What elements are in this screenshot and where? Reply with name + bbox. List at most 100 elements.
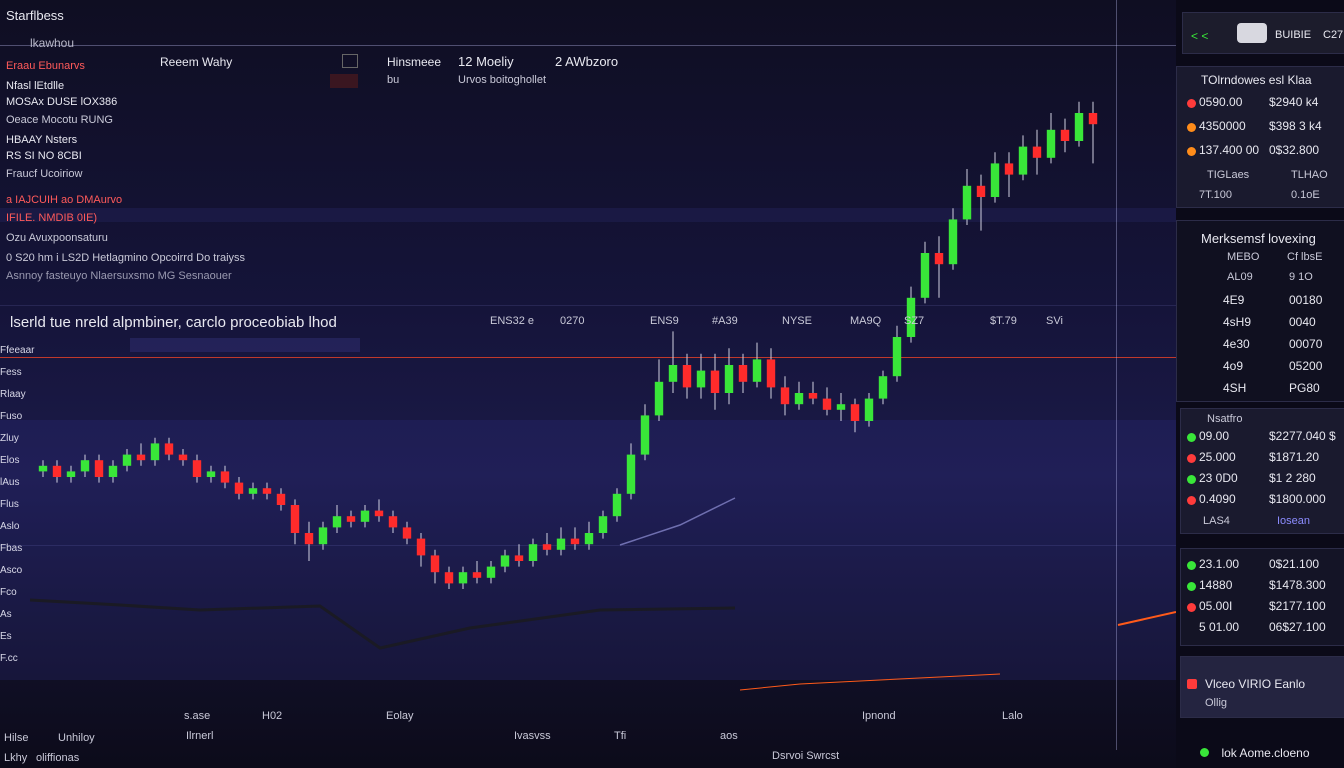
list-item[interactable]: 14880 $1478.300 [1185, 578, 1344, 599]
candle[interactable] [864, 393, 874, 427]
bottom-label-3[interactable]: Eolay [386, 710, 414, 722]
candle[interactable] [780, 376, 790, 416]
candle[interactable] [598, 510, 608, 539]
candle[interactable] [570, 527, 580, 550]
candle[interactable] [1046, 113, 1056, 164]
exchange-logo-icon[interactable] [1237, 23, 1267, 43]
list-item[interactable]: 23.1.00 0$21.100 [1185, 557, 1344, 578]
list-item[interactable]: 5 01.00 06$27.100 [1185, 620, 1344, 641]
exchange-name[interactable]: BUIBIE [1275, 29, 1311, 41]
ticker-label[interactable]: ENS32 e [490, 315, 534, 327]
candle[interactable] [612, 488, 622, 522]
list-item[interactable]: 4o9 05200 [1177, 359, 1337, 381]
list-item[interactable]: 05.00I $2177.100 [1185, 599, 1344, 620]
candle[interactable] [836, 393, 846, 421]
candle[interactable] [640, 404, 650, 461]
candle[interactable] [1018, 135, 1028, 181]
candle[interactable] [710, 353, 720, 410]
list-item[interactable]: 09.00 $2277.040 $ [1185, 429, 1344, 450]
list-item[interactable]: 0.4090 $1800.000 [1185, 492, 1344, 513]
candle[interactable] [346, 510, 356, 528]
candle[interactable] [556, 527, 566, 556]
ticker-label[interactable]: ENS9 [650, 315, 679, 327]
candle[interactable] [682, 353, 692, 399]
candle[interactable] [332, 505, 342, 533]
candle[interactable] [766, 348, 776, 399]
tab-4-value[interactable]: 2 AWbzoro [555, 54, 618, 69]
candle[interactable] [458, 566, 468, 589]
candle[interactable] [38, 460, 48, 477]
candle[interactable] [304, 521, 314, 561]
candle[interactable] [528, 538, 538, 567]
list-item[interactable]: 4350000 $398 3 k4 [1185, 119, 1344, 143]
candle[interactable] [822, 387, 832, 416]
candle[interactable] [1074, 101, 1084, 147]
list-item[interactable]: 0590.00 $2940 k4 [1185, 95, 1344, 119]
alert-panel[interactable]: Vlceo VIRIO Eanlo Ollig [1180, 656, 1344, 718]
chart-area[interactable]: Starflbess lkawhou Reeem Wahy Hinsmeee 1… [0, 0, 1176, 768]
candle[interactable] [514, 544, 524, 567]
candle[interactable] [1060, 118, 1070, 153]
candle[interactable] [654, 359, 664, 421]
candle[interactable] [472, 561, 482, 584]
candle[interactable] [108, 460, 118, 483]
list-item[interactable]: 4sH9 0040 [1177, 315, 1337, 337]
candle[interactable] [262, 482, 272, 500]
ticker-label[interactable]: SVi [1046, 315, 1063, 327]
candle[interactable] [1004, 152, 1014, 197]
list-item[interactable]: 23 0D0 $1 2 280 [1185, 471, 1344, 492]
candle[interactable] [1088, 101, 1098, 164]
candle[interactable] [738, 353, 748, 393]
candle[interactable] [626, 443, 636, 500]
bottom-label-5[interactable]: Lalo [1002, 710, 1023, 722]
candle[interactable] [808, 381, 818, 405]
candle[interactable] [486, 561, 496, 584]
candle[interactable] [276, 488, 286, 511]
candle[interactable] [206, 465, 216, 483]
list-item[interactable]: 25.000 $1871.20 [1185, 450, 1344, 471]
candle[interactable] [850, 398, 860, 433]
candle[interactable] [136, 443, 146, 466]
tab-3-value[interactable]: 12 Moeliy [458, 54, 514, 69]
bottom-label-1[interactable]: s.ase [184, 710, 210, 722]
candle[interactable] [80, 454, 90, 477]
candle[interactable] [878, 370, 888, 405]
list-item[interactable]: 4SH PG80 [1177, 381, 1337, 403]
candle[interactable] [934, 236, 944, 298]
candle[interactable] [444, 566, 454, 589]
candle[interactable] [290, 499, 300, 545]
candle[interactable] [948, 208, 958, 270]
ticker-label[interactable]: $T.79 [990, 315, 1017, 327]
candle[interactable] [990, 152, 1000, 203]
indicator-bar[interactable] [130, 338, 360, 352]
trade-footer-right[interactable]: Iosean [1277, 515, 1310, 527]
candle[interactable] [66, 465, 76, 483]
ticker-label[interactable]: SZ7 [904, 315, 924, 327]
ticker-label[interactable]: NYSE [782, 315, 812, 327]
candle[interactable] [318, 521, 328, 550]
candle[interactable] [752, 342, 762, 388]
candle[interactable] [500, 549, 510, 573]
candle[interactable] [178, 449, 188, 466]
candle[interactable] [430, 549, 440, 584]
bottom-label-2[interactable]: H02 [262, 710, 282, 722]
candle[interactable] [402, 521, 412, 545]
list-item[interactable]: 4E9 00180 [1177, 293, 1337, 315]
ticker-label[interactable]: 0270 [560, 315, 584, 327]
candle[interactable] [52, 460, 62, 483]
candle[interactable] [794, 381, 804, 410]
candle[interactable] [192, 454, 202, 483]
candle[interactable] [724, 348, 734, 405]
tab-1[interactable]: Reeem Wahy [160, 55, 232, 69]
candle[interactable] [416, 533, 426, 567]
bottom-label-4[interactable]: Ipnond [862, 710, 896, 722]
candle[interactable] [220, 465, 230, 489]
candle[interactable] [892, 325, 902, 382]
candle[interactable] [976, 174, 986, 231]
candle[interactable] [1032, 129, 1042, 175]
candle[interactable] [122, 449, 132, 472]
candle[interactable] [164, 437, 174, 461]
candle[interactable] [696, 353, 706, 399]
candle[interactable] [94, 454, 104, 483]
candle[interactable] [584, 521, 594, 550]
